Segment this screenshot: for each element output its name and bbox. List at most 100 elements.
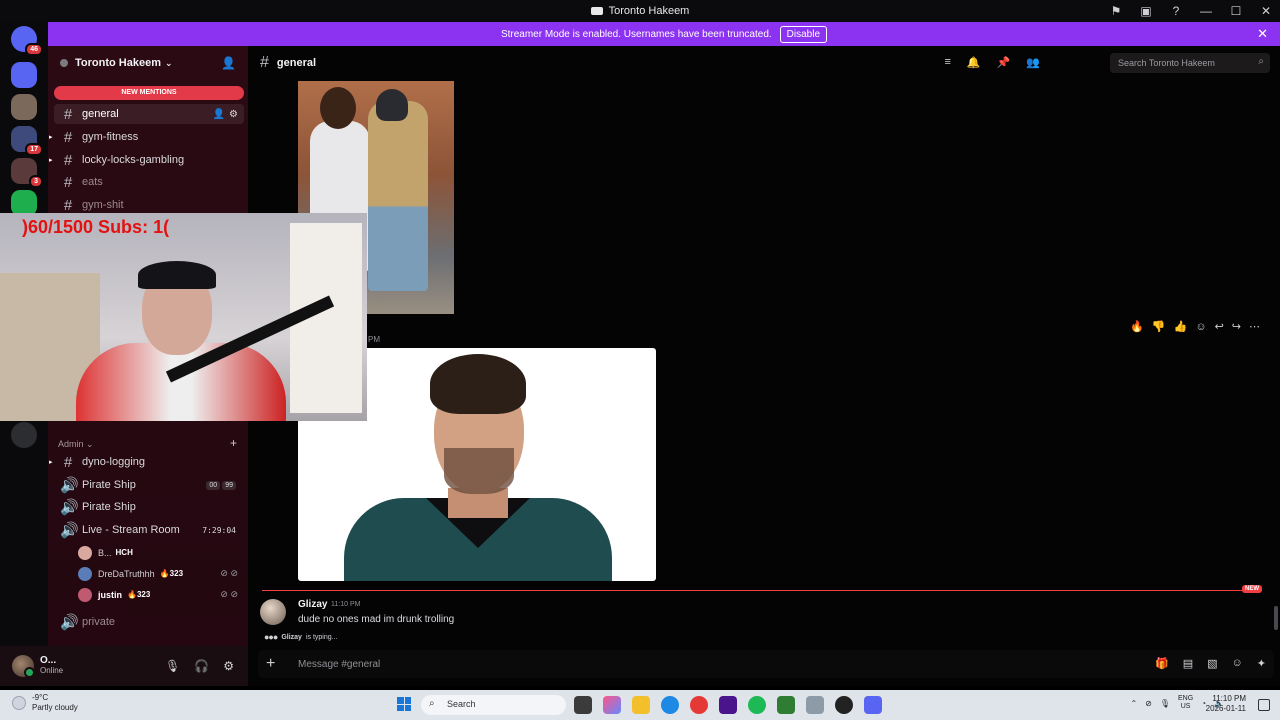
help-icon[interactable]: ?: [1168, 4, 1184, 18]
attach-plus-icon[interactable]: +: [266, 655, 275, 673]
channel-label: Live - Stream Room: [82, 524, 180, 536]
copilot-icon[interactable]: [603, 696, 621, 714]
microphone-icon[interactable]: 🎙: [1160, 699, 1170, 708]
disable-button[interactable]: Disable: [779, 25, 828, 43]
forward-icon[interactable]: ↪: [1232, 320, 1241, 333]
channel-gym-fitness[interactable]: ▸ # gym-fitness: [49, 127, 244, 147]
task-view-icon[interactable]: [574, 696, 592, 714]
speaker-icon: 🔊: [60, 522, 79, 539]
xbox-icon[interactable]: [777, 696, 795, 714]
banner-close-icon[interactable]: ✕: [1257, 26, 1268, 42]
voice-channel-pirate-ship[interactable]: 🔊 Pirate Ship 00 99: [54, 475, 244, 495]
pin-icon[interactable]: 📌: [997, 56, 1011, 69]
gear-icon[interactable]: ⚙: [229, 109, 238, 120]
minimize-button[interactable]: —: [1198, 4, 1214, 18]
members-icon[interactable]: 👥: [1026, 56, 1040, 69]
discord-icon[interactable]: [864, 696, 882, 714]
channel-label: general: [82, 108, 119, 120]
notification-bell-icon[interactable]: 🔔: [967, 56, 981, 69]
message-time: 11:10 PM: [331, 601, 361, 608]
voice-user-name: DreDaTruthhh: [98, 568, 155, 579]
message-author[interactable]: Glizay: [298, 599, 327, 610]
message-composer[interactable]: + Message #general 🎁 ▤ ▧ ☺ ✦: [258, 650, 1274, 678]
clock[interactable]: 11:10 PM 2026-01-11: [1206, 694, 1246, 714]
sticker-icon[interactable]: ▧: [1207, 657, 1217, 670]
channel-label: gym-fitness: [82, 131, 139, 143]
hair-shape: [430, 354, 526, 414]
typing-dots-icon: ●●●: [264, 632, 278, 642]
reaction-thumbsup-icon[interactable]: 👍: [1174, 320, 1188, 333]
more-icon[interactable]: ⋯: [1249, 320, 1260, 333]
spotify-icon[interactable]: [748, 696, 766, 714]
invite-icon[interactable]: 👤: [213, 109, 225, 120]
windows-start-icon[interactable]: [397, 697, 411, 711]
server-icon[interactable]: 17: [11, 126, 43, 156]
emoji-icon[interactable]: ☺: [1232, 657, 1243, 670]
chevron-up-icon[interactable]: ⌃: [1130, 699, 1137, 708]
maximize-button[interactable]: ☐: [1228, 4, 1244, 18]
gear-icon[interactable]: ⚙: [223, 659, 234, 673]
next-icon[interactable]: [719, 696, 737, 714]
screen-icon[interactable]: ▣: [1138, 4, 1154, 18]
file-explorer-icon[interactable]: [632, 696, 650, 714]
avatar[interactable]: [12, 655, 35, 678]
notification-icon[interactable]: [1258, 699, 1270, 711]
avatar[interactable]: [260, 599, 286, 625]
obs-icon[interactable]: [835, 696, 853, 714]
voice-user[interactable]: DreDaTruthhh 🔥323 ⊘ ⊘: [78, 564, 238, 583]
channel-general[interactable]: # general 👤 ⚙: [54, 104, 244, 124]
inbox-icon[interactable]: ⚑: [1108, 4, 1124, 18]
channel-locky-locks-gambling[interactable]: ▸ # locky-locks-gambling: [49, 150, 244, 170]
settings-icon[interactable]: [806, 696, 824, 714]
voice-channel-live[interactable]: 🔊 Live - Stream Room 7:29:04: [54, 520, 244, 540]
voice-user[interactable]: B... HCH: [78, 543, 238, 562]
channel-eats[interactable]: # eats: [54, 172, 244, 192]
chat-area: # general ≡ 🔔 📌 👥 Search Toronto Hakeem …: [248, 46, 1280, 686]
voice-channel-private[interactable]: 🔊 private: [54, 612, 244, 632]
weather-temp: -9°C: [32, 693, 49, 702]
microphone-icon[interactable]: 🎙: [165, 659, 180, 673]
reaction-thumbsdown-icon[interactable]: 👎: [1152, 320, 1166, 333]
hash-icon: #: [260, 54, 269, 71]
threads-icon[interactable]: ≡: [944, 56, 950, 69]
webcam-overlay: )60/1500 Subs: 1(: [0, 213, 367, 421]
channel-gym-shit[interactable]: # gym-shit: [54, 195, 244, 215]
new-tag: NEW: [1242, 585, 1262, 593]
server-icon[interactable]: 3: [11, 158, 43, 188]
gif-icon[interactable]: ▤: [1183, 657, 1193, 670]
network-icon[interactable]: ⊘: [1145, 699, 1152, 708]
fire-icon: 🔥323: [159, 569, 184, 578]
scrollbar[interactable]: [1274, 606, 1278, 630]
category-admin[interactable]: Admin ⌄ +: [58, 436, 237, 450]
typing-user: Glizay: [281, 633, 302, 641]
composer-placeholder: Message #general: [298, 659, 381, 670]
gift-icon[interactable]: 🎁: [1155, 657, 1169, 670]
apps-icon[interactable]: ✦: [1257, 657, 1266, 670]
discover-icon[interactable]: [11, 422, 37, 448]
invite-icon[interactable]: 👤: [221, 56, 236, 70]
headphones-icon[interactable]: 🎧: [194, 659, 209, 673]
language-indicator[interactable]: ENG US: [1178, 695, 1193, 711]
server-icon[interactable]: [11, 62, 37, 88]
edge-icon[interactable]: [661, 696, 679, 714]
banner-text: Streamer Mode is enabled. Usernames have…: [500, 28, 772, 40]
close-button[interactable]: ✕: [1258, 4, 1274, 18]
channel-label: Pirate Ship: [82, 501, 136, 513]
plus-icon[interactable]: +: [230, 436, 237, 450]
server-header[interactable]: Toronto Hakeem ⌄ 👤: [48, 46, 248, 80]
search-input[interactable]: Search Toronto Hakeem ⌕: [1110, 53, 1270, 73]
reaction-fire-icon[interactable]: 🔥: [1130, 320, 1144, 333]
server-icon[interactable]: [11, 94, 37, 120]
home-badge: 46: [25, 43, 43, 56]
new-mentions-pill[interactable]: NEW MENTIONS: [54, 86, 244, 100]
taskbar-search[interactable]: ⌕ Search: [421, 695, 566, 715]
hash-icon: #: [63, 196, 73, 214]
add-reaction-icon[interactable]: ☺: [1195, 321, 1206, 333]
home-icon[interactable]: 46: [11, 26, 43, 56]
voice-user[interactable]: justin 🔥323 ⊘ ⊘: [78, 585, 238, 604]
channel-dyno-logging[interactable]: ▸ # dyno-logging: [49, 452, 244, 472]
voice-channel-pirate-ship-2[interactable]: 🔊 Pirate Ship: [54, 497, 244, 517]
weather-widget[interactable]: -9°C Partly cloudy: [12, 693, 78, 713]
chrome-icon[interactable]: [690, 696, 708, 714]
reply-icon[interactable]: ↩: [1215, 320, 1224, 333]
